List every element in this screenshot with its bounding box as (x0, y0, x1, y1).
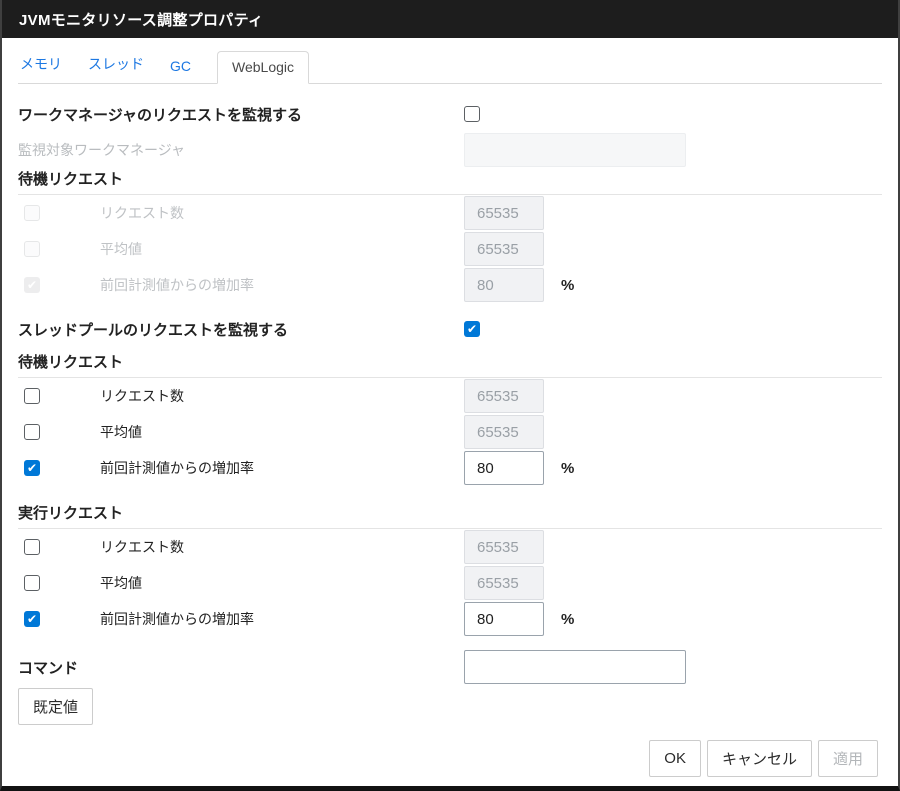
workmanager-target-input (464, 133, 686, 167)
check-icon: ✔ (27, 462, 37, 474)
default-button-row: 既定値 (18, 688, 882, 725)
tab-gc[interactable]: GC (168, 51, 193, 83)
check-icon: ✔ (467, 323, 477, 335)
wm-wait-increase-rate-row: ✔ 前回計測値からの増加率 % (18, 267, 882, 303)
check-icon: ✔ (27, 613, 37, 625)
tp-exec-average-row: 平均値 (18, 565, 882, 601)
wm-wait-increase-rate-input (464, 268, 544, 302)
wm-wait-request-count-checkbox (24, 205, 40, 221)
command-label: コマンド (18, 657, 78, 678)
percent-suffix: % (561, 277, 574, 294)
tp-exec-average-label: 平均値 (100, 573, 142, 593)
tp-exec-average-checkbox[interactable] (24, 575, 40, 591)
dialog-title: JVMモニタリソース調整プロパティ (19, 9, 263, 30)
wm-wait-request-count-input (464, 196, 544, 230)
command-input[interactable] (464, 650, 686, 684)
footer-button-bar: OK キャンセル 適用 (18, 740, 882, 777)
wm-wait-request-count-label: リクエスト数 (100, 203, 184, 223)
tp-exec-request-count-label: リクエスト数 (100, 537, 184, 557)
check-icon: ✔ (27, 279, 37, 291)
workmanager-target-label: 監視対象ワークマネージャ (18, 140, 185, 160)
workmanager-target-row: 監視対象ワークマネージャ (18, 132, 882, 168)
tp-exec-increase-rate-row: ✔ 前回計測値からの増加率 % (18, 601, 882, 637)
dialog-window: JVMモニタリソース調整プロパティ メモリ スレッド GC WebLogic ワ… (0, 0, 900, 791)
cancel-button[interactable]: キャンセル (707, 740, 812, 777)
tp-exec-increase-rate-input[interactable] (464, 602, 544, 636)
wm-wait-average-row: 平均値 (18, 231, 882, 267)
tp-exec-request-count-checkbox[interactable] (24, 539, 40, 555)
percent-suffix: % (561, 460, 574, 477)
tp-exec-request-count-row: リクエスト数 (18, 529, 882, 565)
ok-button[interactable]: OK (649, 740, 701, 777)
tp-exec-increase-rate-label: 前回計測値からの増加率 (100, 609, 254, 629)
threadpool-monitor-label: スレッドプールのリクエストを監視する (18, 319, 288, 340)
percent-suffix: % (561, 611, 574, 628)
tp-wait-average-input (464, 415, 544, 449)
tp-wait-request-count-input (464, 379, 544, 413)
tab-weblogic[interactable]: WebLogic (217, 51, 309, 84)
tp-exec-request-count-input (464, 530, 544, 564)
dialog-content: メモリ スレッド GC WebLogic ワークマネージャのリクエストを監視する… (2, 38, 898, 786)
wm-wait-average-checkbox (24, 241, 40, 257)
wm-wait-increase-rate-label: 前回計測値からの増加率 (100, 275, 254, 295)
title-bar: JVMモニタリソース調整プロパティ (2, 0, 898, 38)
tp-wait-requests-header: 待機リクエスト (18, 353, 882, 378)
tp-exec-average-input (464, 566, 544, 600)
wm-wait-request-count-row: リクエスト数 (18, 195, 882, 231)
tp-wait-increase-rate-checkbox[interactable]: ✔ (24, 460, 40, 476)
tp-wait-average-row: 平均値 (18, 414, 882, 450)
threadpool-monitor-checkbox[interactable]: ✔ (464, 321, 480, 337)
workmanager-monitor-label: ワークマネージャのリクエストを監視する (18, 104, 302, 125)
wm-wait-average-label: 平均値 (100, 239, 142, 259)
tp-exec-increase-rate-checkbox[interactable]: ✔ (24, 611, 40, 627)
tp-wait-average-label: 平均値 (100, 422, 142, 442)
command-row: コマンド (18, 649, 882, 685)
tab-memory[interactable]: メモリ (18, 47, 64, 83)
workmanager-monitor-row: ワークマネージャのリクエストを監視する (18, 96, 882, 132)
tp-wait-increase-rate-input[interactable] (464, 451, 544, 485)
tp-wait-request-count-label: リクエスト数 (100, 386, 184, 406)
wm-wait-requests-header: 待機リクエスト (18, 170, 882, 195)
wm-wait-increase-rate-checkbox: ✔ (24, 277, 40, 293)
tab-thread[interactable]: スレッド (86, 47, 146, 83)
workmanager-monitor-checkbox[interactable] (464, 106, 480, 122)
tp-wait-average-checkbox[interactable] (24, 424, 40, 440)
apply-button: 適用 (818, 740, 878, 777)
wm-wait-average-input (464, 232, 544, 266)
tp-wait-increase-rate-label: 前回計測値からの増加率 (100, 458, 254, 478)
threadpool-monitor-row: スレッドプールのリクエストを監視する ✔ (18, 311, 882, 347)
tp-wait-request-count-checkbox[interactable] (24, 388, 40, 404)
tp-exec-requests-header: 実行リクエスト (18, 504, 882, 529)
tp-wait-increase-rate-row: ✔ 前回計測値からの増加率 % (18, 450, 882, 486)
default-button[interactable]: 既定値 (18, 688, 93, 725)
tab-bar: メモリ スレッド GC WebLogic (18, 38, 882, 84)
tp-wait-request-count-row: リクエスト数 (18, 378, 882, 414)
